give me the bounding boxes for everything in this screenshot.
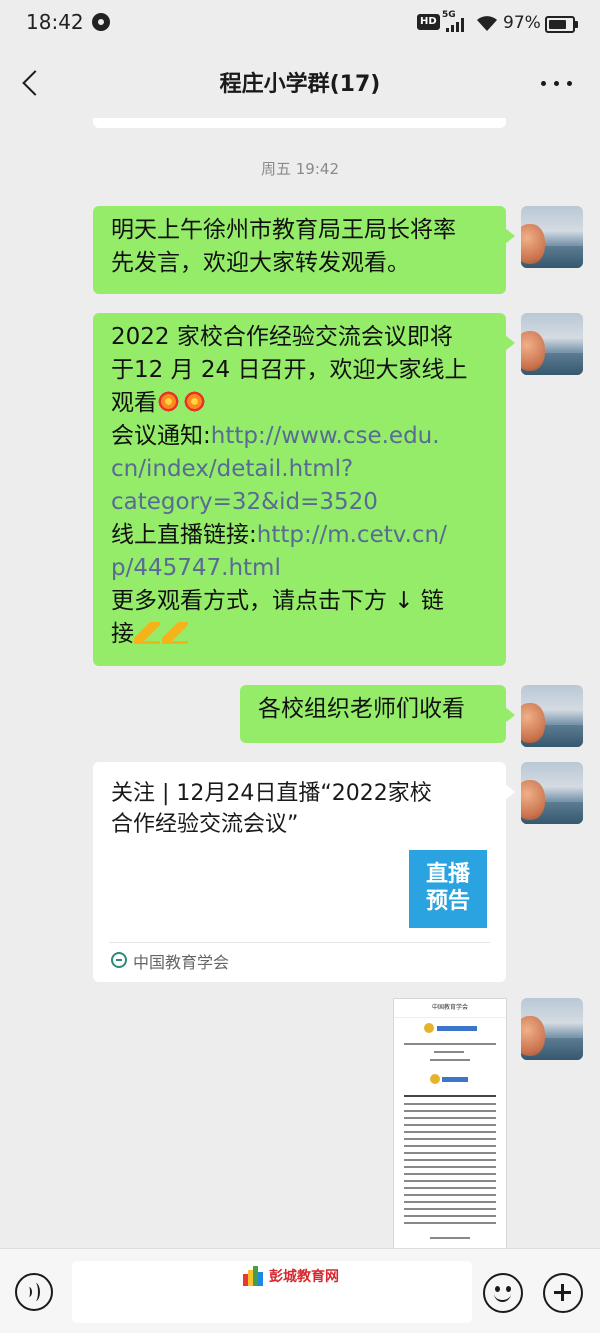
more-dots-icon[interactable] — [538, 72, 578, 94]
article-link-card[interactable]: 关注 | 12月24日直播“2022家校 合作经验交流会议” 直播 预告 中国教… — [93, 762, 515, 982]
image-table-row — [404, 1110, 496, 1112]
avatar[interactable] — [521, 998, 583, 1060]
message-bubble[interactable]: 2022 家校合作经验交流会议即将 于12 月 24 日召开，欢迎大家线上 观看… — [93, 313, 515, 666]
avatar[interactable] — [521, 313, 583, 375]
message-text-line: 会议通知:http://www.cse.edu. — [111, 420, 488, 453]
message-text: 线上直播链接: — [111, 522, 257, 548]
message-text: 明天上午徐州市教育局王局长将率 — [111, 217, 456, 243]
image-table-row — [404, 1173, 496, 1175]
message-text: 观看 — [111, 390, 157, 416]
avatar[interactable] — [521, 206, 583, 268]
card-divider — [109, 942, 490, 943]
gear-icon — [92, 13, 110, 31]
praying-hands-emoji — [162, 622, 188, 644]
voice-icon[interactable] — [15, 1273, 53, 1311]
image-table-row — [404, 1215, 496, 1217]
image-table-row — [404, 1194, 496, 1196]
watermark: 彭城教育网 — [243, 1265, 339, 1287]
message-text-line: 线上直播链接:http://m.cetv.cn/ — [111, 519, 488, 552]
image-text-row — [434, 1051, 464, 1053]
image-text-row — [404, 1043, 496, 1045]
image-table-row — [404, 1187, 496, 1189]
chat-title: 程庄小学群(17) — [219, 72, 381, 97]
message-bubble[interactable]: 明天上午徐州市教育局王局长将率 先发言，欢迎大家转发观看。 — [93, 206, 515, 294]
status-bar: 18:42 HD 5G 97% — [0, 0, 600, 48]
image-table-row — [404, 1208, 496, 1210]
image-table-row — [404, 1138, 496, 1140]
plus-icon[interactable] — [543, 1273, 583, 1313]
image-table-row — [404, 1124, 496, 1126]
card-source: 中国教育学会 — [133, 953, 230, 972]
message-text: 会议通知: — [111, 423, 211, 449]
image-table-row — [404, 1159, 496, 1161]
praying-hands-emoji — [134, 622, 160, 644]
fireworks-emoji — [157, 390, 180, 413]
battery-icon — [545, 16, 578, 33]
input-bar — [0, 1248, 600, 1333]
fireworks-emoji — [183, 390, 206, 413]
status-time: 18:42 — [26, 10, 84, 34]
meeting-notice-link[interactable]: http://www.cse.edu. — [211, 423, 440, 449]
message-list[interactable]: 周五 19:42 明天上午徐州市教育局王局长将率 先发言，欢迎大家转发观看。 2… — [0, 118, 600, 1248]
image-table-header — [404, 1095, 496, 1097]
image-table-row — [404, 1166, 496, 1168]
source-logo-icon — [111, 952, 127, 968]
image-text-row — [430, 1059, 470, 1061]
image-table-row — [404, 1180, 496, 1182]
card-title-line: 关注 | 12月24日直播“2022家校 — [111, 781, 432, 806]
message-text: 各校组织老师们收看 — [258, 696, 465, 722]
image-table-row — [404, 1201, 496, 1203]
watermark-text: 彭城教育网 — [269, 1269, 339, 1285]
image-message[interactable]: 中国教育学会 — [393, 998, 507, 1248]
image-table-row — [404, 1131, 496, 1133]
card-title-line: 合作经验交流会议” — [111, 812, 299, 837]
image-header: 中国教育学会 — [394, 999, 506, 1018]
image-table-row — [404, 1222, 496, 1224]
live-stream-link[interactable]: p/445747.html — [111, 552, 488, 585]
message-text-line: 接 — [111, 618, 488, 651]
image-title-graphic — [442, 1077, 468, 1082]
message-text: 先发言，欢迎大家转发观看。 — [111, 250, 410, 276]
image-table-row — [404, 1103, 496, 1105]
image-logo — [430, 1074, 440, 1084]
message-text: 更多观看方式，请点击下方 ↓ 链 — [111, 588, 444, 614]
card-thumbnail: 直播 预告 — [409, 850, 487, 928]
live-stream-link[interactable]: http://m.cetv.cn/ — [257, 522, 447, 548]
wifi-icon — [477, 16, 497, 31]
message-text-line: 观看 — [111, 387, 488, 420]
thumbnail-text: 直播 — [425, 862, 470, 887]
hd-badge: HD — [417, 14, 440, 30]
image-table-row — [404, 1117, 496, 1119]
chat-header: 程庄小学群(17) — [0, 48, 600, 118]
image-text-row — [430, 1237, 470, 1239]
message-text: 2022 家校合作经验交流会议即将 — [111, 324, 453, 350]
avatar[interactable] — [521, 685, 583, 747]
emoji-icon[interactable] — [483, 1273, 523, 1313]
image-table-row — [404, 1145, 496, 1147]
message-text: 于12 月 24 日召开，欢迎大家线上 — [111, 357, 468, 383]
message-text: 接 — [111, 621, 134, 647]
card-title: 关注 | 12月24日直播“2022家校 合作经验交流会议” — [111, 778, 491, 840]
battery-level — [549, 20, 567, 29]
chevron-left-icon[interactable] — [14, 62, 54, 102]
signal-icon — [446, 18, 468, 32]
thumbnail-text: 预告 — [425, 889, 470, 914]
battery-percent: 97% — [503, 13, 541, 33]
message-timestamp: 周五 19:42 — [261, 160, 339, 178]
previous-message-card[interactable] — [93, 118, 506, 128]
message-bubble[interactable]: 各校组织老师们收看 — [240, 685, 515, 743]
image-title-graphic — [437, 1026, 477, 1031]
meeting-notice-link[interactable]: category=32&id=3520 — [111, 486, 488, 519]
avatar[interactable] — [521, 762, 583, 824]
meeting-notice-link[interactable]: cn/index/detail.html? — [111, 453, 488, 486]
watermark-logo — [243, 1266, 265, 1286]
image-logo — [424, 1023, 434, 1033]
chat-screen: 18:42 HD 5G 97% 程庄小学群(17) 周五 19:42 明天上午徐… — [0, 0, 600, 1333]
image-table-row — [404, 1152, 496, 1154]
